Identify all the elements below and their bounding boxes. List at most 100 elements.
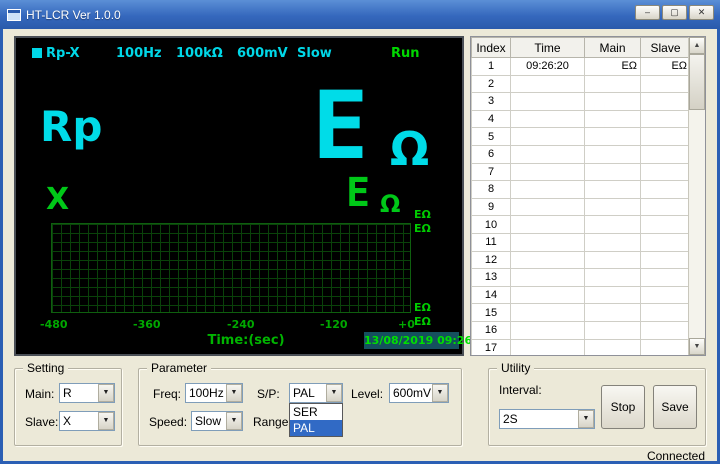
cell-time [511,339,585,356]
cell-time [511,110,585,128]
parameter-group-title: Parameter [147,361,211,375]
cell-time [511,163,585,181]
minimize-button[interactable]: – [635,5,660,20]
cell-time [511,269,585,287]
cell-slave [641,321,691,339]
cell-time [511,216,585,234]
dropdown-option-ser[interactable]: SER [290,404,342,420]
col-header-time[interactable]: Time [511,38,585,58]
cell-time: 09:26:20 [511,58,585,76]
table-row[interactable]: 8 [472,181,691,199]
cell-main [585,251,641,269]
chart-grid [51,223,411,313]
interval-combobox[interactable]: 2S ▼ [499,409,595,429]
maximize-button[interactable]: ▢ [662,5,687,20]
cell-index: 13 [472,269,511,287]
table-row[interactable]: 5 [472,128,691,146]
cell-main [585,110,641,128]
sp-label: S/P: [257,387,280,401]
lcd-speed: Slow [297,46,332,61]
level-combobox[interactable]: 600mV ▼ [389,383,449,403]
slave-combobox-value: X [63,414,71,428]
save-button[interactable]: Save [653,385,697,429]
chevron-down-icon[interactable]: ▼ [226,412,242,430]
table-row[interactable]: 15 [472,304,691,322]
table-row[interactable]: 14 [472,286,691,304]
table-row[interactable]: 3 [472,93,691,111]
main-combobox[interactable]: R ▼ [59,383,115,403]
slave-combobox[interactable]: X ▼ [59,411,115,431]
table-row[interactable]: 17 [472,339,691,356]
col-header-main[interactable]: Main [585,38,641,58]
chevron-down-icon[interactable]: ▼ [98,384,114,402]
table-row[interactable]: 13 [472,269,691,287]
title-bar[interactable]: HT-LCR Ver 1.0.0 – ▢ ✕ [0,0,720,29]
cell-time [511,128,585,146]
col-header-index[interactable]: Index [472,38,511,58]
cell-index: 6 [472,145,511,163]
table-row[interactable]: 12 [472,251,691,269]
cell-time [511,181,585,199]
x-axis-label: Time:(sec) [166,333,326,348]
table-row[interactable]: 16 [472,321,691,339]
scroll-down-icon[interactable]: ▼ [689,338,705,355]
sp-combobox[interactable]: PAL ▼ [289,383,343,403]
setting-group: Setting Main: R ▼ Slave: X ▼ [14,368,122,446]
chevron-down-icon[interactable]: ▼ [326,384,342,402]
cell-index: 5 [472,128,511,146]
main-parameter-label: Rp [40,102,102,151]
sp-combobox-value: PAL [293,386,315,400]
table-row[interactable]: 4 [472,110,691,128]
table-row[interactable]: 2 [472,75,691,93]
window-title: HT-LCR Ver 1.0.0 [26,8,121,22]
cell-index: 14 [472,286,511,304]
col-header-slave[interactable]: Slave [641,38,691,58]
cell-main [585,339,641,356]
close-button[interactable]: ✕ [689,5,714,20]
table-row[interactable]: 9 [472,198,691,216]
cell-index: 4 [472,110,511,128]
table-scrollbar[interactable]: ▲ ▼ [688,37,705,355]
dropdown-option-pal[interactable]: PAL [290,420,342,436]
main-reading-value: E [312,72,369,181]
cell-index: 2 [472,75,511,93]
chevron-down-icon[interactable]: ▼ [432,384,448,402]
cell-index: 16 [472,321,511,339]
cell-time [511,233,585,251]
speed-combobox[interactable]: Slow ▼ [191,411,243,431]
x-tick: -360 [133,318,161,331]
table-row[interactable]: 109:26:20EΩEΩ [472,58,691,76]
cell-slave [641,163,691,181]
level-label: Level: [351,387,383,401]
table-row[interactable]: 11 [472,233,691,251]
cell-main [585,321,641,339]
chevron-down-icon[interactable]: ▼ [578,410,594,428]
cell-main [585,269,641,287]
main-combobox-value: R [63,386,72,400]
slave-reading-value: E [346,170,370,216]
y-min-label-2: EΩ [414,315,431,328]
table-row[interactable]: 6 [472,145,691,163]
cell-time [511,286,585,304]
chevron-down-icon[interactable]: ▼ [226,384,242,402]
table-row[interactable]: 10 [472,216,691,234]
freq-combobox[interactable]: 100Hz ▼ [185,383,243,403]
chevron-down-icon[interactable]: ▼ [98,412,114,430]
stop-button[interactable]: Stop [601,385,645,429]
cell-main: EΩ [585,58,641,76]
scroll-up-icon[interactable]: ▲ [689,37,705,54]
cell-index: 1 [472,58,511,76]
table-header-row: Index Time Main Slave [472,38,691,58]
interval-label: Interval: [499,383,542,397]
lcd-level: 600mV [237,46,288,61]
utility-group-title: Utility [497,361,534,375]
level-combobox-value: 600mV [393,386,431,400]
scrollbar-thumb[interactable] [689,54,705,110]
cell-time [511,145,585,163]
table-row[interactable]: 7 [472,163,691,181]
cell-main [585,286,641,304]
cell-time [511,321,585,339]
lcd-freq: 100Hz [116,46,162,61]
parameter-group: Parameter Freq: 100Hz ▼ S/P: PAL ▼ Level… [138,368,462,446]
cell-slave [641,181,691,199]
